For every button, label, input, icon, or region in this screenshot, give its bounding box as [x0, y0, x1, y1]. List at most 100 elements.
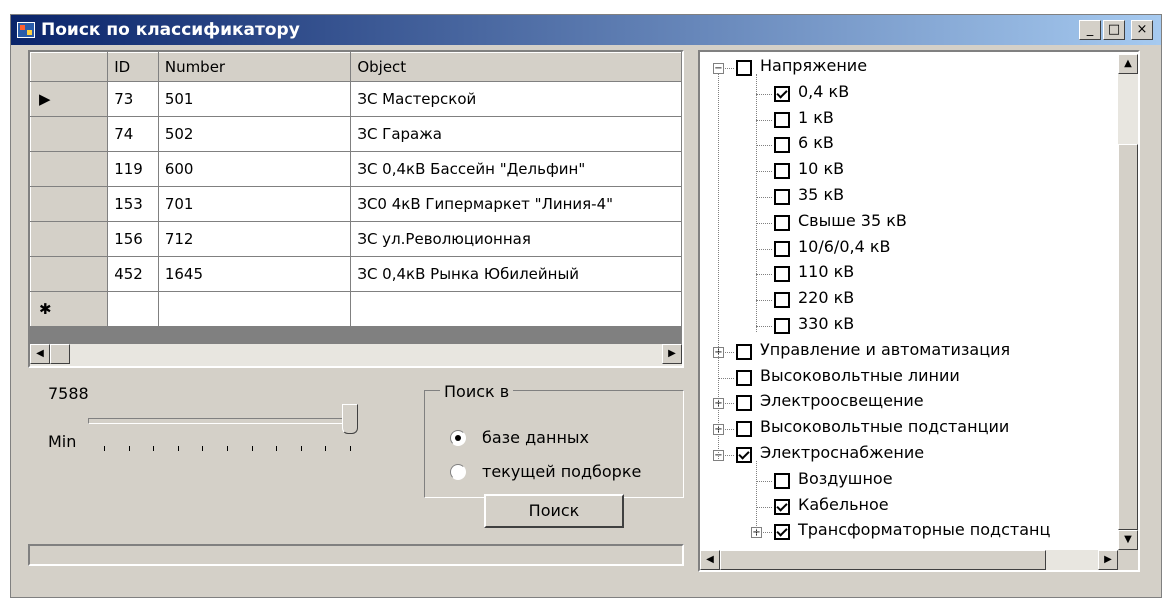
- tree-node-label[interactable]: Напряжение: [760, 56, 867, 75]
- tree-checkbox[interactable]: [774, 266, 790, 283]
- table-row[interactable]: 119 600 ЗС 0,4кВ Бассейн "Дельфин": [30, 151, 682, 187]
- tree-node-label[interactable]: Свыше 35 кВ: [798, 211, 907, 230]
- column-header-object[interactable]: Object: [350, 52, 682, 82]
- tree-checkbox[interactable]: [774, 111, 790, 128]
- new-row[interactable]: ✱: [30, 291, 682, 327]
- tree-checkbox[interactable]: [736, 421, 752, 438]
- tree-scroll-right-icon[interactable]: ▶: [1098, 550, 1118, 570]
- tree-node-label[interactable]: Высоковольтные линии: [760, 366, 960, 385]
- tree-checkbox[interactable]: [774, 214, 790, 231]
- tree-checkbox[interactable]: [774, 524, 790, 541]
- table-row[interactable]: 452 1645 ЗС 0,4кВ Рынка Юбилейный: [30, 256, 682, 292]
- tree-node-label[interactable]: 330 кВ: [798, 314, 854, 333]
- scroll-left-icon[interactable]: ◀: [30, 344, 50, 364]
- new-cell-id[interactable]: [107, 291, 159, 327]
- tree-checkbox[interactable]: [774, 163, 790, 180]
- row-header[interactable]: ▶: [30, 81, 109, 117]
- tree-node-label[interactable]: Электроснабжение: [760, 443, 924, 462]
- collapse-minus-icon[interactable]: −: [713, 63, 724, 74]
- cell-id[interactable]: 74: [107, 116, 159, 152]
- cell-id[interactable]: 452: [107, 256, 159, 292]
- row-header[interactable]: [30, 116, 109, 152]
- table-row[interactable]: 74 502 ЗС Гаража: [30, 116, 682, 152]
- column-header-id[interactable]: ID: [107, 52, 159, 82]
- cell-id[interactable]: 73: [107, 81, 159, 117]
- row-header[interactable]: [30, 221, 109, 257]
- radio-database[interactable]: [450, 430, 466, 446]
- tree-checkbox[interactable]: [774, 189, 790, 205]
- search-button[interactable]: Поиск: [484, 494, 624, 528]
- close-button[interactable]: ×: [1131, 20, 1153, 40]
- new-row-marker-icon[interactable]: ✱: [30, 291, 109, 327]
- tree-checkbox[interactable]: [774, 498, 790, 515]
- tree-node-label[interactable]: 1 кВ: [798, 108, 834, 127]
- radio-current-selection-label[interactable]: текущей подборке: [482, 462, 641, 481]
- tree-node-label[interactable]: 0,4 кВ: [798, 82, 849, 101]
- tree-node-label[interactable]: 220 кВ: [798, 288, 854, 307]
- tree-node-label[interactable]: 35 кВ: [798, 185, 844, 204]
- tree-checkbox[interactable]: [774, 472, 790, 489]
- tree-checkbox[interactable]: [736, 447, 752, 463]
- table-row[interactable]: 153 701 ЗС0 4кВ Гипермаркет "Линия-4": [30, 186, 682, 222]
- tree-node-label[interactable]: Кабельное: [798, 495, 889, 514]
- cell-object[interactable]: ЗС ул.Революционная: [350, 221, 682, 257]
- tree-node-label[interactable]: Трансформаторные подстанц: [798, 520, 1050, 539]
- row-header[interactable]: [30, 186, 109, 222]
- grid-corner-header[interactable]: [30, 52, 109, 82]
- radio-current-selection[interactable]: [450, 464, 466, 480]
- title-bar[interactable]: Поиск по классификатору _ □ ×: [11, 15, 1161, 45]
- cell-object[interactable]: ЗС 0,4кВ Бассейн "Дельфин": [350, 151, 682, 187]
- scroll-right-icon[interactable]: ▶: [662, 344, 682, 364]
- tree-checkbox[interactable]: [736, 369, 752, 386]
- cell-number[interactable]: 701: [157, 186, 352, 222]
- tree-scroll-up-icon[interactable]: ▲: [1118, 54, 1138, 74]
- tree-node-label[interactable]: 110 кВ: [798, 262, 854, 281]
- cell-object[interactable]: ЗС 0,4кВ Рынка Юбилейный: [350, 256, 682, 292]
- tree-vscroll-thumb[interactable]: [1118, 144, 1138, 530]
- grid-horizontal-scrollbar[interactable]: ◀ ▶: [30, 344, 682, 366]
- classifier-tree[interactable]: Напряжение − 0,4 кВ 1 кВ 6 кВ 10 кВ 35 кВ Свыше…: [698, 50, 1140, 572]
- cell-number[interactable]: 600: [157, 151, 352, 187]
- results-grid[interactable]: ID Number Object ▶ 73 501 ЗС Мастерской 74 50…: [28, 50, 684, 368]
- row-header[interactable]: [30, 256, 109, 292]
- tree-node-label[interactable]: Высоковольтные подстанции: [760, 417, 1009, 436]
- slider-thumb[interactable]: [342, 404, 358, 434]
- row-header[interactable]: [30, 151, 109, 187]
- cell-object[interactable]: ЗС0 4кВ Гипермаркет "Линия-4": [350, 186, 682, 222]
- cell-object[interactable]: ЗС Гаража: [350, 116, 682, 152]
- tree-checkbox[interactable]: [774, 318, 790, 334]
- tree-node-label[interactable]: 10 кВ: [798, 159, 844, 178]
- tree-checkbox[interactable]: [774, 137, 790, 154]
- tree-node-label[interactable]: Управление и автоматизация: [760, 340, 1010, 359]
- tree-checkbox[interactable]: [774, 240, 790, 257]
- new-cell-object[interactable]: [350, 291, 682, 327]
- slider-track[interactable]: [88, 418, 354, 424]
- cell-object[interactable]: ЗС Мастерской: [350, 81, 682, 117]
- table-row[interactable]: 156 712 ЗС ул.Революционная: [30, 221, 682, 257]
- new-cell-number[interactable]: [157, 291, 352, 327]
- tree-scroll-left-icon[interactable]: ◀: [700, 550, 720, 570]
- radio-database-label[interactable]: базе данных: [482, 428, 589, 447]
- cell-number[interactable]: 502: [157, 116, 352, 152]
- tree-checkbox[interactable]: [774, 85, 790, 102]
- cell-number[interactable]: 712: [157, 221, 352, 257]
- maximize-button[interactable]: □: [1103, 20, 1125, 40]
- tree-checkbox[interactable]: [774, 292, 790, 309]
- table-row[interactable]: ▶ 73 501 ЗС Мастерской: [30, 81, 682, 117]
- cell-number[interactable]: 1645: [157, 256, 352, 292]
- tree-checkbox[interactable]: [736, 395, 752, 412]
- cell-id[interactable]: 119: [107, 151, 159, 187]
- tree-node-label[interactable]: Воздушное: [798, 469, 893, 488]
- cell-id[interactable]: 153: [107, 186, 159, 222]
- cell-id[interactable]: 156: [107, 221, 159, 257]
- scroll-thumb[interactable]: [50, 344, 70, 364]
- column-header-number[interactable]: Number: [157, 52, 352, 82]
- tree-scroll-down-icon[interactable]: ▼: [1118, 530, 1138, 550]
- tree-node-label[interactable]: 6 кВ: [798, 133, 834, 152]
- minimize-button[interactable]: _: [1079, 20, 1101, 40]
- tree-checkbox[interactable]: [736, 60, 752, 76]
- tree-node-label[interactable]: 10/6/0,4 кВ: [798, 237, 891, 256]
- app-icon[interactable]: [17, 22, 35, 38]
- cell-number[interactable]: 501: [157, 81, 352, 117]
- tree-hscroll-thumb[interactable]: [720, 550, 1046, 570]
